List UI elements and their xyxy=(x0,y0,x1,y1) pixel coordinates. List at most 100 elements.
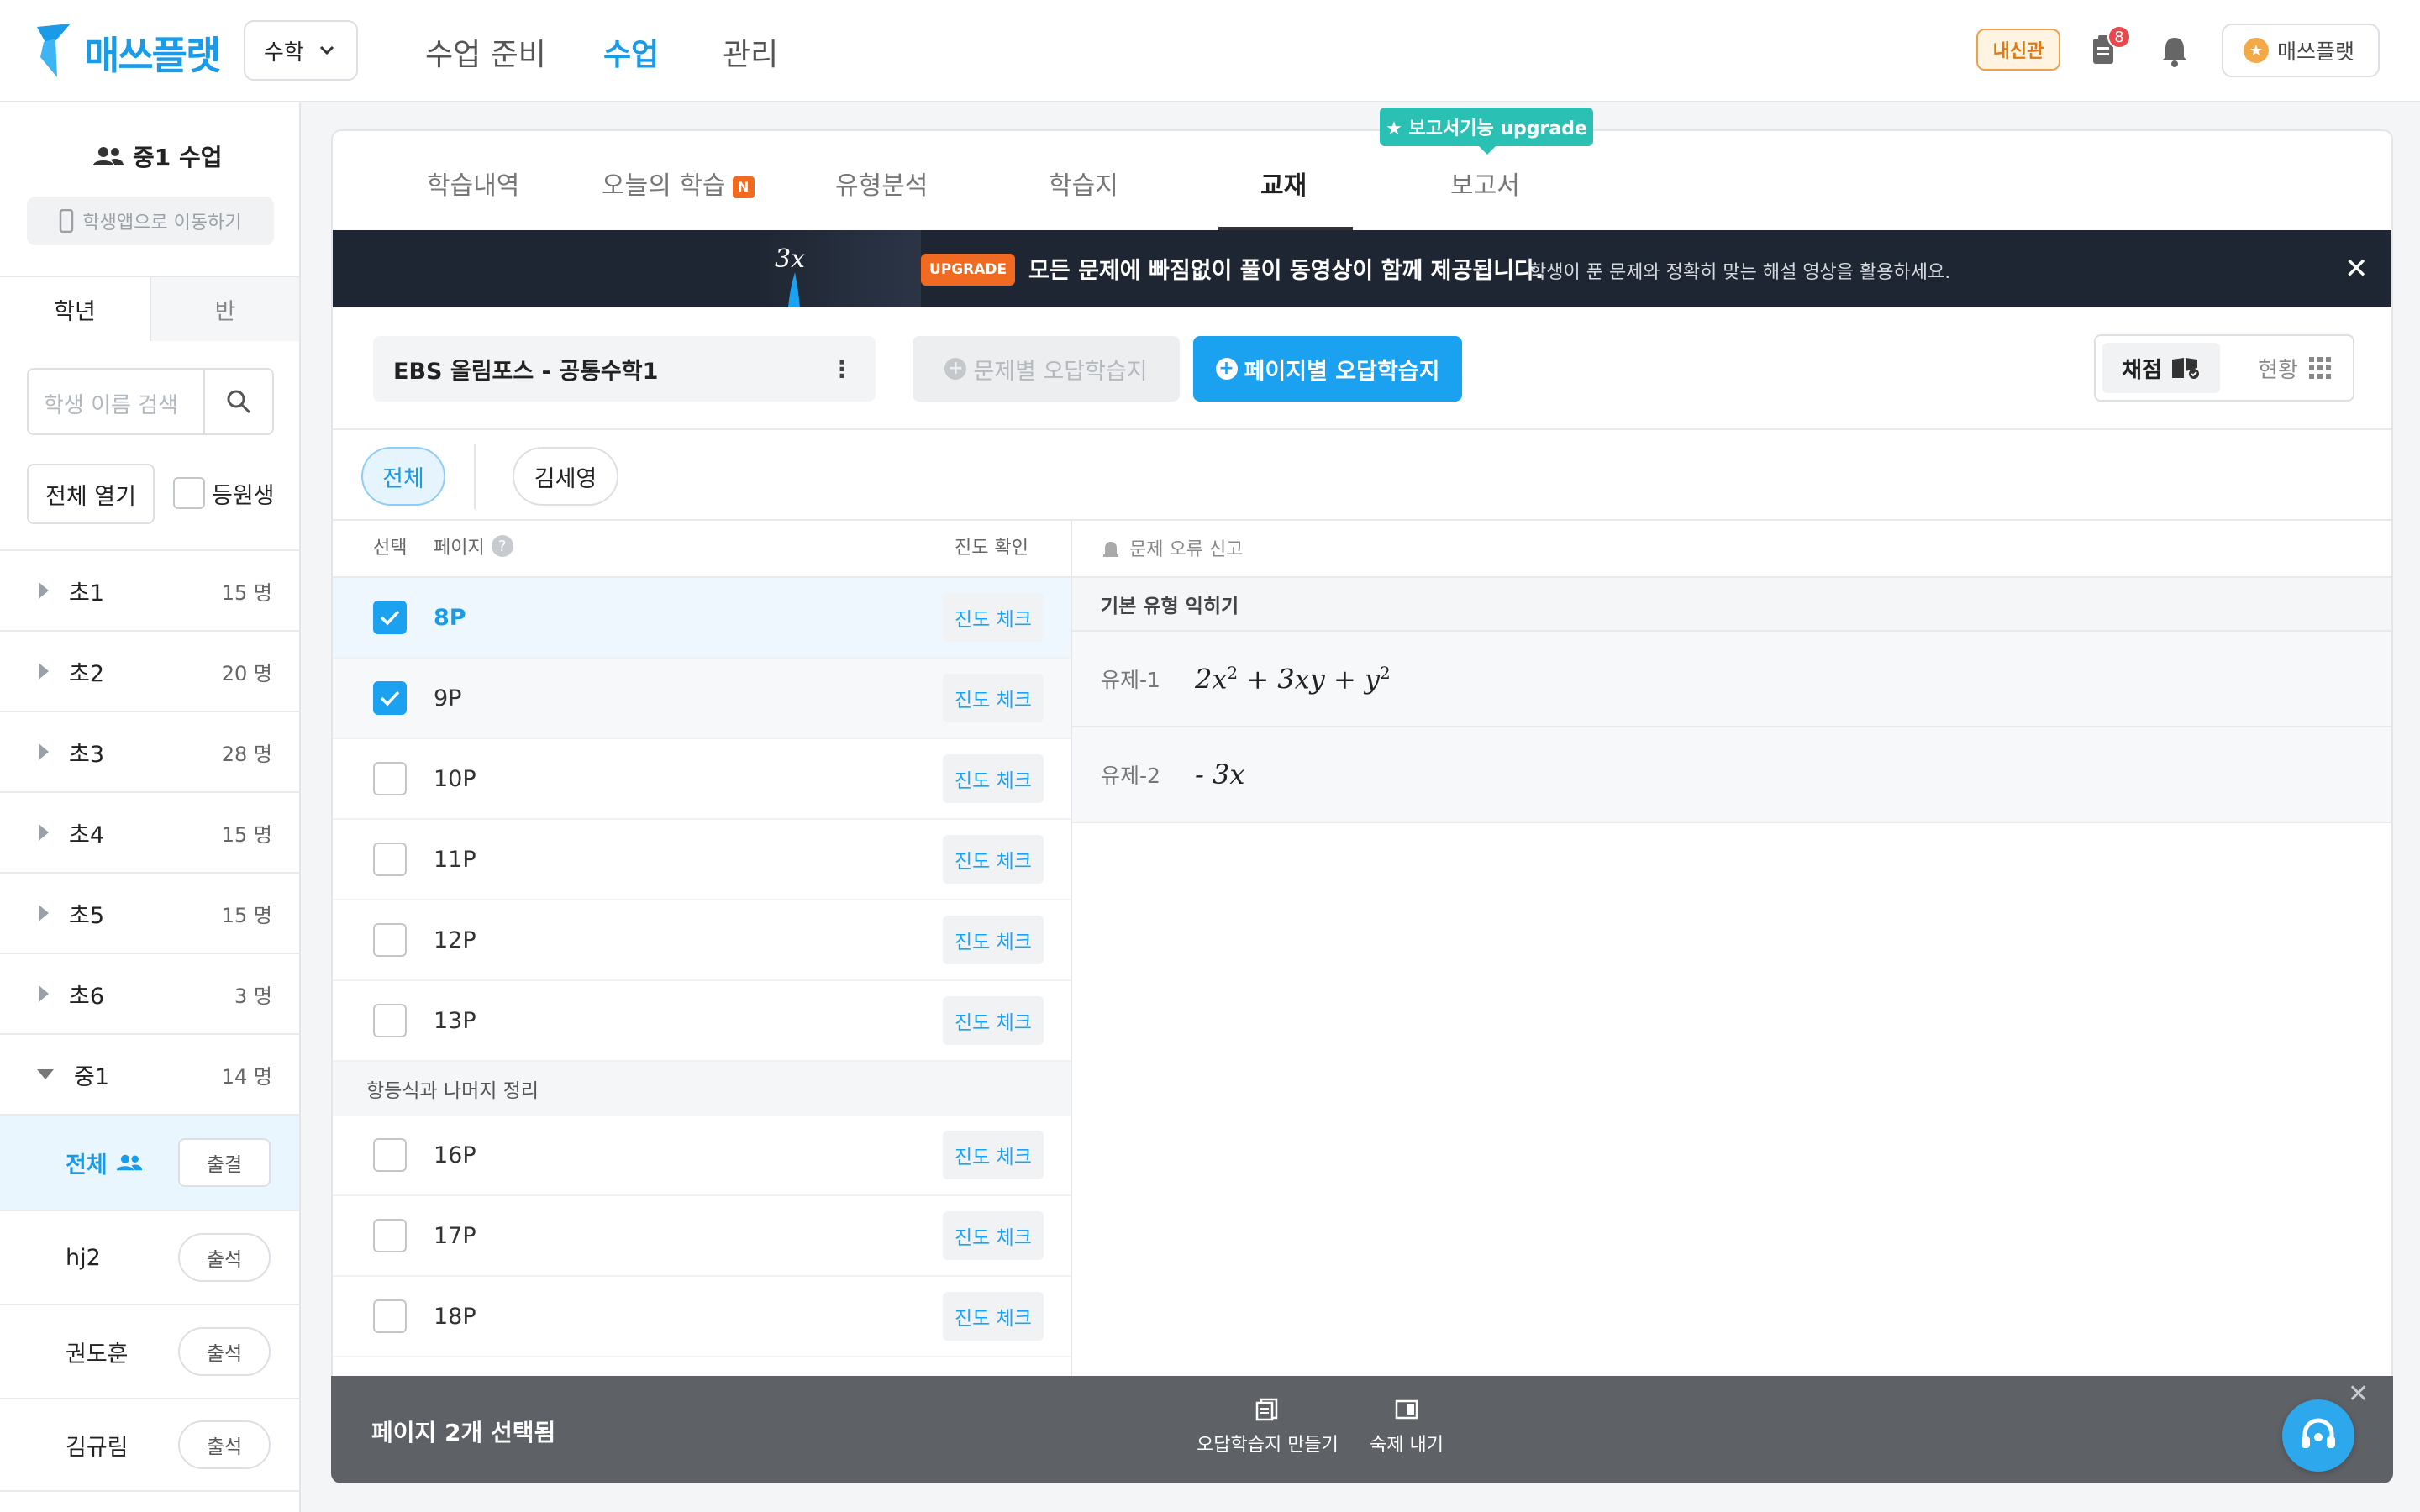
tab-report[interactable]: 보고서 xyxy=(1450,165,1520,202)
page-checkbox[interactable] xyxy=(373,762,407,795)
page-row[interactable]: 16P 진도 체크 xyxy=(333,1116,1071,1196)
grading-toggle[interactable]: 채점 xyxy=(2102,343,2220,393)
page-checkbox[interactable] xyxy=(373,601,407,634)
page-row[interactable]: 12P 진도 체크 xyxy=(333,900,1071,981)
progress-check-button[interactable]: 진도 체크 xyxy=(943,916,1044,964)
page-checkbox[interactable] xyxy=(373,923,407,957)
assign-homework-button[interactable]: 숙제 내기 xyxy=(1370,1398,1444,1457)
textbook-selector[interactable]: EBS 올림포스 - 공통수학1 ⋮ xyxy=(373,336,876,402)
progress-check-button[interactable]: 진도 체크 xyxy=(943,754,1044,803)
grade-count: 28 명 xyxy=(221,742,272,766)
siren-icon xyxy=(1103,542,1118,557)
page-row[interactable]: 10P 진도 체크 xyxy=(333,739,1071,820)
per-page-wrong-sheet-button[interactable]: + 페이지별 오답학습지 xyxy=(1193,336,1462,402)
close-icon[interactable]: ✕ xyxy=(2344,252,2369,286)
tab-today-label: 오늘의 학습 xyxy=(602,171,726,201)
student-app-label: 학생앱으로 이동하기 xyxy=(82,213,242,234)
page-row[interactable]: 9P 진도 체크 xyxy=(333,659,1071,739)
page-row[interactable]: 17P 진도 체크 xyxy=(333,1196,1071,1277)
filter-chip-student[interactable]: 김세영 xyxy=(513,447,618,506)
naesin-button[interactable]: 내신관 xyxy=(1976,29,2060,71)
progress-check-button[interactable]: 진도 체크 xyxy=(943,835,1044,884)
grade-row-1[interactable]: 초1 15 명 xyxy=(0,549,299,630)
attendance-button[interactable]: 출결 xyxy=(178,1138,271,1187)
subject-dropdown[interactable]: 수학 xyxy=(244,20,358,81)
filter-chip-all[interactable]: 전체 xyxy=(361,447,445,506)
enrolled-checkbox[interactable] xyxy=(173,477,205,509)
bell-icon[interactable] xyxy=(2160,35,2190,67)
upgrade-tag: UPGRADE xyxy=(921,254,1015,286)
tab-class[interactable]: 반 xyxy=(150,277,299,341)
page-checkbox[interactable] xyxy=(373,681,407,715)
grade-row-middle1[interactable]: 중1 14 명 xyxy=(0,1033,299,1114)
page-checkbox[interactable] xyxy=(373,1219,407,1252)
divider xyxy=(333,519,2391,521)
attend-button[interactable]: 출석 xyxy=(178,1233,271,1282)
tab-grade[interactable]: 학년 xyxy=(0,277,150,341)
tab-textbook[interactable]: 교재 xyxy=(1260,165,1307,202)
make-wrong-sheet-button[interactable]: 오답학습지 만들기 xyxy=(1197,1398,1339,1457)
grade-count: 15 명 xyxy=(221,822,272,847)
kebab-menu-icon[interactable]: ⋮ xyxy=(830,355,854,383)
nav-class[interactable]: 수업 xyxy=(603,30,659,74)
app-logo-text[interactable]: 매쓰플랫 xyxy=(84,25,221,81)
grade-name: 초4 xyxy=(69,822,105,848)
new-badge: N xyxy=(732,176,755,198)
grade-row-5[interactable]: 초5 15 명 xyxy=(0,872,299,953)
page-row[interactable]: 18P 진도 체크 xyxy=(333,1277,1071,1357)
progress-check-button[interactable]: 진도 체크 xyxy=(943,674,1044,722)
customer-support-button[interactable] xyxy=(2282,1399,2354,1472)
tab-type-analysis[interactable]: 유형분석 xyxy=(835,165,928,202)
class-title: 중1 수업 xyxy=(92,139,223,173)
tab-history[interactable]: 학습내역 xyxy=(427,165,519,202)
progress-check-button[interactable]: 진도 체크 xyxy=(943,996,1044,1045)
help-icon[interactable]: ? xyxy=(491,535,513,557)
student-search-input[interactable]: 학생 이름 검색 xyxy=(27,368,274,435)
page-checkbox[interactable] xyxy=(373,1004,407,1037)
progress-check-button[interactable]: 진도 체크 xyxy=(943,1211,1044,1260)
page-checkbox[interactable] xyxy=(373,1299,407,1333)
per-problem-wrong-sheet-button[interactable]: + 문제별 오답학습지 xyxy=(913,336,1180,402)
student-app-button[interactable]: 학생앱으로 이동하기 xyxy=(27,197,274,245)
page-row[interactable]: 11P 진도 체크 xyxy=(333,820,1071,900)
progress-check-button[interactable]: 진도 체크 xyxy=(943,1292,1044,1341)
banner-sub-text: 학생이 푼 문제와 정확히 맞는 해설 영상을 활용하세요. xyxy=(1529,262,1951,283)
nav-manage[interactable]: 관리 xyxy=(723,30,778,74)
problem-row[interactable]: 유제-2 - 3x xyxy=(1072,727,2391,823)
page-row[interactable]: 8P 진도 체크 xyxy=(333,578,1071,659)
caret-right-icon xyxy=(39,905,49,921)
attend-button[interactable]: 출석 xyxy=(178,1327,271,1376)
notification-count-badge: 8 xyxy=(2107,25,2131,49)
student-row[interactable]: hj2 출석 xyxy=(0,1210,299,1304)
user-menu-button[interactable]: ★ 매쓰플랫 xyxy=(2222,24,2380,77)
student-row[interactable]: 권도훈 출석 xyxy=(0,1304,299,1398)
progress-check-button[interactable]: 진도 체크 xyxy=(943,593,1044,642)
grade-row-4[interactable]: 초4 15 명 xyxy=(0,791,299,872)
progress-check-button[interactable]: 진도 체크 xyxy=(943,1131,1044,1179)
attend-button[interactable]: 출석 xyxy=(178,1420,271,1469)
status-toggle[interactable]: 현황 xyxy=(2240,343,2349,393)
tab-worksheet[interactable]: 학습지 xyxy=(1049,165,1118,202)
top-navigation-bar: 매쓰플랫 수학 수업 준비 수업 관리 내신관 8 ★ 매쓰플랫 xyxy=(0,0,2420,102)
report-upgrade-tooltip[interactable]: ★ 보고서기능 upgrade xyxy=(1380,108,1593,155)
student-row[interactable]: 김규림 출석 xyxy=(0,1398,299,1492)
student-row-all[interactable]: 전체 출결 xyxy=(0,1114,299,1210)
search-placeholder: 학생 이름 검색 xyxy=(44,393,179,418)
error-report-button[interactable]: 문제 오류 신고 xyxy=(1101,534,1243,561)
nav-class-prep[interactable]: 수업 준비 xyxy=(425,30,546,74)
problem-math: 2x2 + 3xy + y2 xyxy=(1195,662,1391,696)
page-row[interactable]: 13P 진도 체크 xyxy=(333,981,1071,1062)
grade-row-2[interactable]: 초2 20 명 xyxy=(0,630,299,711)
homework-label: 숙제 내기 xyxy=(1370,1435,1444,1456)
class-title-text: 중1 수업 xyxy=(133,144,223,171)
problem-row[interactable]: 유제-1 2x2 + 3xy + y2 xyxy=(1072,632,2391,727)
tab-today[interactable]: 오늘의 학습 N xyxy=(602,165,755,202)
page-checkbox[interactable] xyxy=(373,843,407,876)
upgrade-banner[interactable]: 3x UPGRADE 모든 문제에 빠짐없이 풀이 동영상이 함께 제공됩니다.… xyxy=(333,230,2391,307)
grade-row-3[interactable]: 초3 28 명 xyxy=(0,711,299,791)
search-button[interactable] xyxy=(203,370,272,433)
close-icon[interactable]: ✕ xyxy=(2348,1379,2369,1409)
page-checkbox[interactable] xyxy=(373,1138,407,1172)
grade-row-6[interactable]: 초6 3 명 xyxy=(0,953,299,1033)
expand-all-button[interactable]: 전체 열기 xyxy=(27,464,155,524)
